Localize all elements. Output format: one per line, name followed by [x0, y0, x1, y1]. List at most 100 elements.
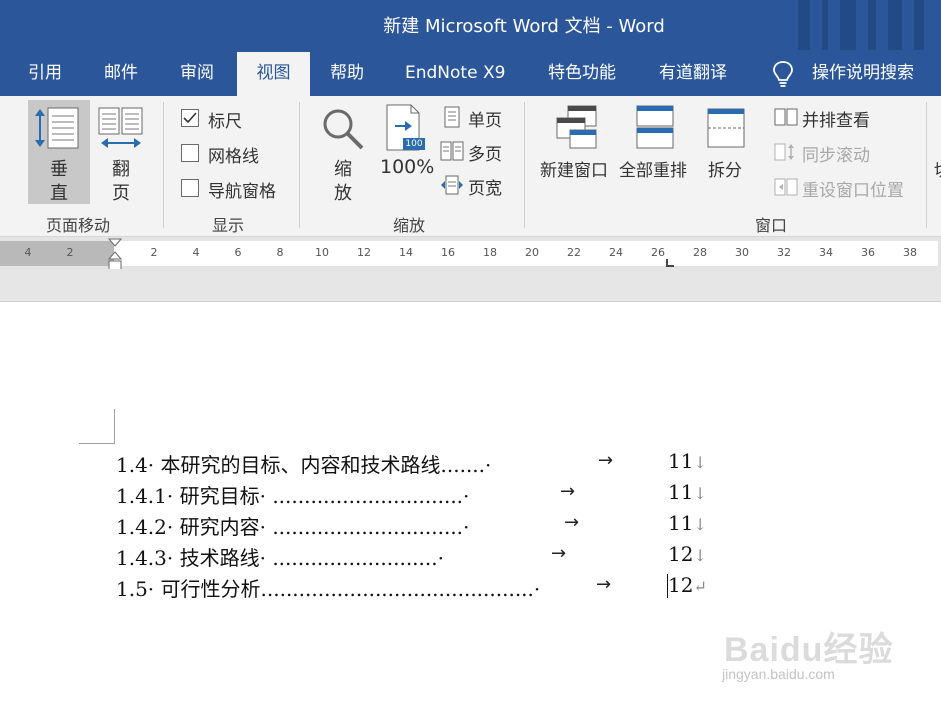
tab-help[interactable]: 帮助	[320, 50, 374, 96]
baidu-watermark: Baidu经验	[724, 631, 894, 669]
gridlines-label: 网格线	[208, 147, 259, 167]
toc-entry-text[interactable]: 1.5· 可行性分析..............................…	[116, 573, 540, 603]
toc-page-number[interactable]: 11↓	[668, 449, 707, 473]
page-width-label: 页宽	[468, 179, 502, 199]
zoom-100-badge: 100	[405, 139, 423, 149]
group-label-show: 显示	[212, 216, 245, 235]
tab-special-features[interactable]: 特色功能	[538, 50, 626, 96]
ruler-tick-label: 32	[777, 246, 791, 259]
gridlines-checkbox[interactable]	[181, 144, 199, 162]
tab-stop-icon[interactable]	[665, 258, 675, 268]
new-window-label: 新建窗口	[540, 161, 608, 181]
ruler-tick-label: 2	[66, 246, 74, 259]
ruler-tick-label: 30	[735, 246, 749, 259]
vertical-label: 直	[50, 183, 68, 204]
ruler-tick-label: 36	[861, 246, 875, 259]
ruler-tick-label: 12	[357, 246, 371, 259]
toc-page-number[interactable]: 12↵	[668, 573, 707, 597]
nav-pane-label: 导航窗格	[208, 182, 276, 202]
page-number: 11	[668, 480, 694, 504]
one-page-icon[interactable]	[442, 106, 462, 128]
multi-page-icon[interactable]	[440, 141, 464, 161]
ruler-tick-label: 34	[819, 246, 833, 259]
toc-entry-text[interactable]: 1.4.1· 研究目标· ...........................…	[116, 480, 469, 510]
tab-arrow-mark: →	[596, 574, 612, 595]
toc-page-number[interactable]: 12↓	[668, 542, 707, 566]
zoom-label: 放	[334, 183, 352, 204]
tell-me-search[interactable]: 操作说明搜索	[802, 50, 924, 96]
group-separator	[524, 102, 525, 228]
reset-window-position-icon	[774, 178, 798, 196]
multi-page-label: 多页	[468, 145, 502, 165]
tab-mailings[interactable]: 邮件	[94, 50, 148, 96]
side-to-side-icon[interactable]	[98, 106, 144, 150]
toc-entry-text[interactable]: 1.4.3· 技术路线· ..........................·	[116, 542, 444, 572]
vertical-scroll-icon	[35, 107, 79, 149]
ruler-tick-label: 38	[903, 246, 917, 259]
ruler-tick-label: 10	[315, 246, 329, 259]
tab-references[interactable]: 引用	[18, 50, 72, 96]
title-bar: 新建 Microsoft Word 文档 - Word	[0, 0, 941, 50]
paragraph-mark: ↓	[693, 515, 707, 534]
group-separator	[926, 102, 927, 228]
ruler-tick-label: 6	[234, 246, 242, 259]
tab-arrow-mark: →	[564, 512, 580, 533]
ribbon-tab-bar: 引用 邮件 审阅 视图 帮助 EndNote X9 特色功能 有道翻译 操作说明…	[0, 50, 941, 96]
flip-label: 翻	[112, 159, 130, 180]
toc-entry-text[interactable]: 1.4.2· 研究内容· ...........................…	[116, 511, 469, 541]
baidu-watermark-url: jingyan.baidu.com	[722, 666, 835, 682]
sync-scroll-label: 同步滚动	[802, 146, 870, 166]
zoom-label: 缩	[334, 159, 352, 180]
page-number: 12	[668, 542, 694, 566]
page-number: 11	[668, 511, 694, 535]
page-number: 11	[668, 449, 694, 473]
group-label-window: 窗口	[755, 216, 788, 235]
ruler-tick-label: 4	[192, 246, 200, 259]
toc-page-number[interactable]: 11↓	[668, 511, 707, 535]
page-width-icon[interactable]	[440, 175, 464, 195]
ruler-tick-label: 2	[150, 246, 158, 259]
paragraph-mark: ↵	[693, 577, 707, 596]
ruler-tick-label: 18	[483, 246, 497, 259]
split-label: 拆分	[708, 161, 742, 181]
ruler-tick-label: 8	[276, 246, 284, 259]
tab-arrow-mark: →	[598, 450, 614, 471]
ruler-tick-label: 14	[399, 246, 413, 259]
tab-youdao-translate[interactable]: 有道翻译	[649, 50, 737, 96]
side-by-side-icon[interactable]	[774, 108, 798, 126]
page-top-gap	[0, 269, 941, 302]
group-label-page-move: 页面移动	[46, 216, 111, 235]
reset-window-position-label: 重设窗口位置	[802, 181, 904, 201]
vertical-label: 垂	[50, 159, 68, 180]
sync-scroll-icon	[774, 143, 794, 161]
side-by-side-label: 并排查看	[802, 111, 870, 131]
zoom-100-label: 100%	[380, 156, 435, 178]
margin-corner-mark	[114, 409, 115, 444]
word-window: 新建 Microsoft Word 文档 - Word 引用 邮件 审阅 视图 …	[0, 0, 941, 706]
magnifier-icon[interactable]	[320, 106, 366, 152]
ruler-tick-label: 24	[609, 246, 623, 259]
ruler-checkbox[interactable]	[181, 109, 199, 127]
cutoff-ribbon-item: 切	[934, 156, 941, 181]
nav-pane-checkbox[interactable]	[181, 179, 199, 197]
lightbulb-icon[interactable]	[772, 60, 794, 88]
arrange-all-label: 全部重排	[619, 161, 687, 181]
window-title: 新建 Microsoft Word 文档 - Word	[383, 16, 665, 37]
ruler-tick-label: 4	[24, 246, 32, 259]
group-separator	[299, 102, 300, 228]
toc-page-number[interactable]: 11↓	[668, 480, 707, 504]
ruler-tick-label: 28	[693, 246, 707, 259]
paragraph-mark: ↓	[693, 453, 707, 472]
tab-view[interactable]: 视图	[237, 52, 310, 96]
split-icon[interactable]	[707, 108, 745, 148]
paragraph-mark: ↓	[693, 484, 707, 503]
tab-review[interactable]: 审阅	[170, 50, 224, 96]
ruler-label: 标尺	[208, 112, 242, 132]
arrange-all-icon[interactable]	[636, 104, 674, 150]
tab-endnote[interactable]: EndNote X9	[395, 50, 515, 96]
one-page-label: 单页	[468, 111, 502, 131]
toc-entry-text[interactable]: 1.4· 本研究的目标、内容和技术路线.......·	[116, 449, 491, 479]
paragraph-mark: ↓	[693, 546, 707, 565]
new-window-icon[interactable]	[556, 104, 598, 150]
flip-label: 页	[112, 183, 130, 204]
